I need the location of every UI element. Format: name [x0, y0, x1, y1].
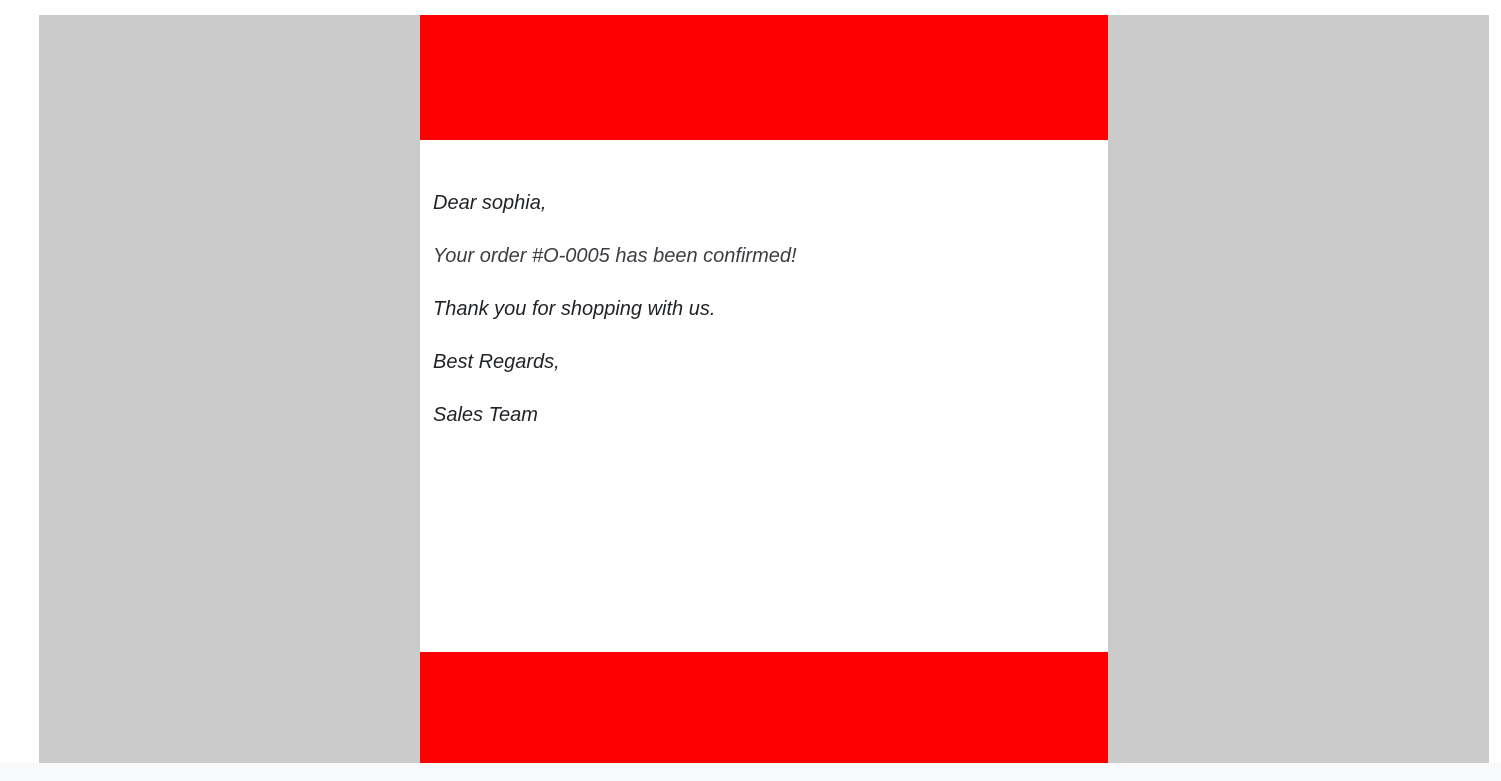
page-bottom-strip: [0, 763, 1501, 781]
email-thanks: Thank you for shopping with us.: [433, 298, 716, 320]
email-header-banner: [420, 15, 1108, 140]
email-greeting: Dear sophia,: [433, 192, 547, 214]
email-closing: Best Regards,: [433, 351, 560, 373]
email-signature: Sales Team: [433, 404, 538, 426]
email-body: Dear sophia, Your order #O-0005 has been…: [420, 140, 1108, 652]
email-footer-banner: [420, 652, 1108, 763]
email-order-confirmation: Your order #O-0005 has been confirmed!: [433, 245, 797, 267]
email-preview: Dear sophia, Your order #O-0005 has been…: [420, 15, 1108, 763]
